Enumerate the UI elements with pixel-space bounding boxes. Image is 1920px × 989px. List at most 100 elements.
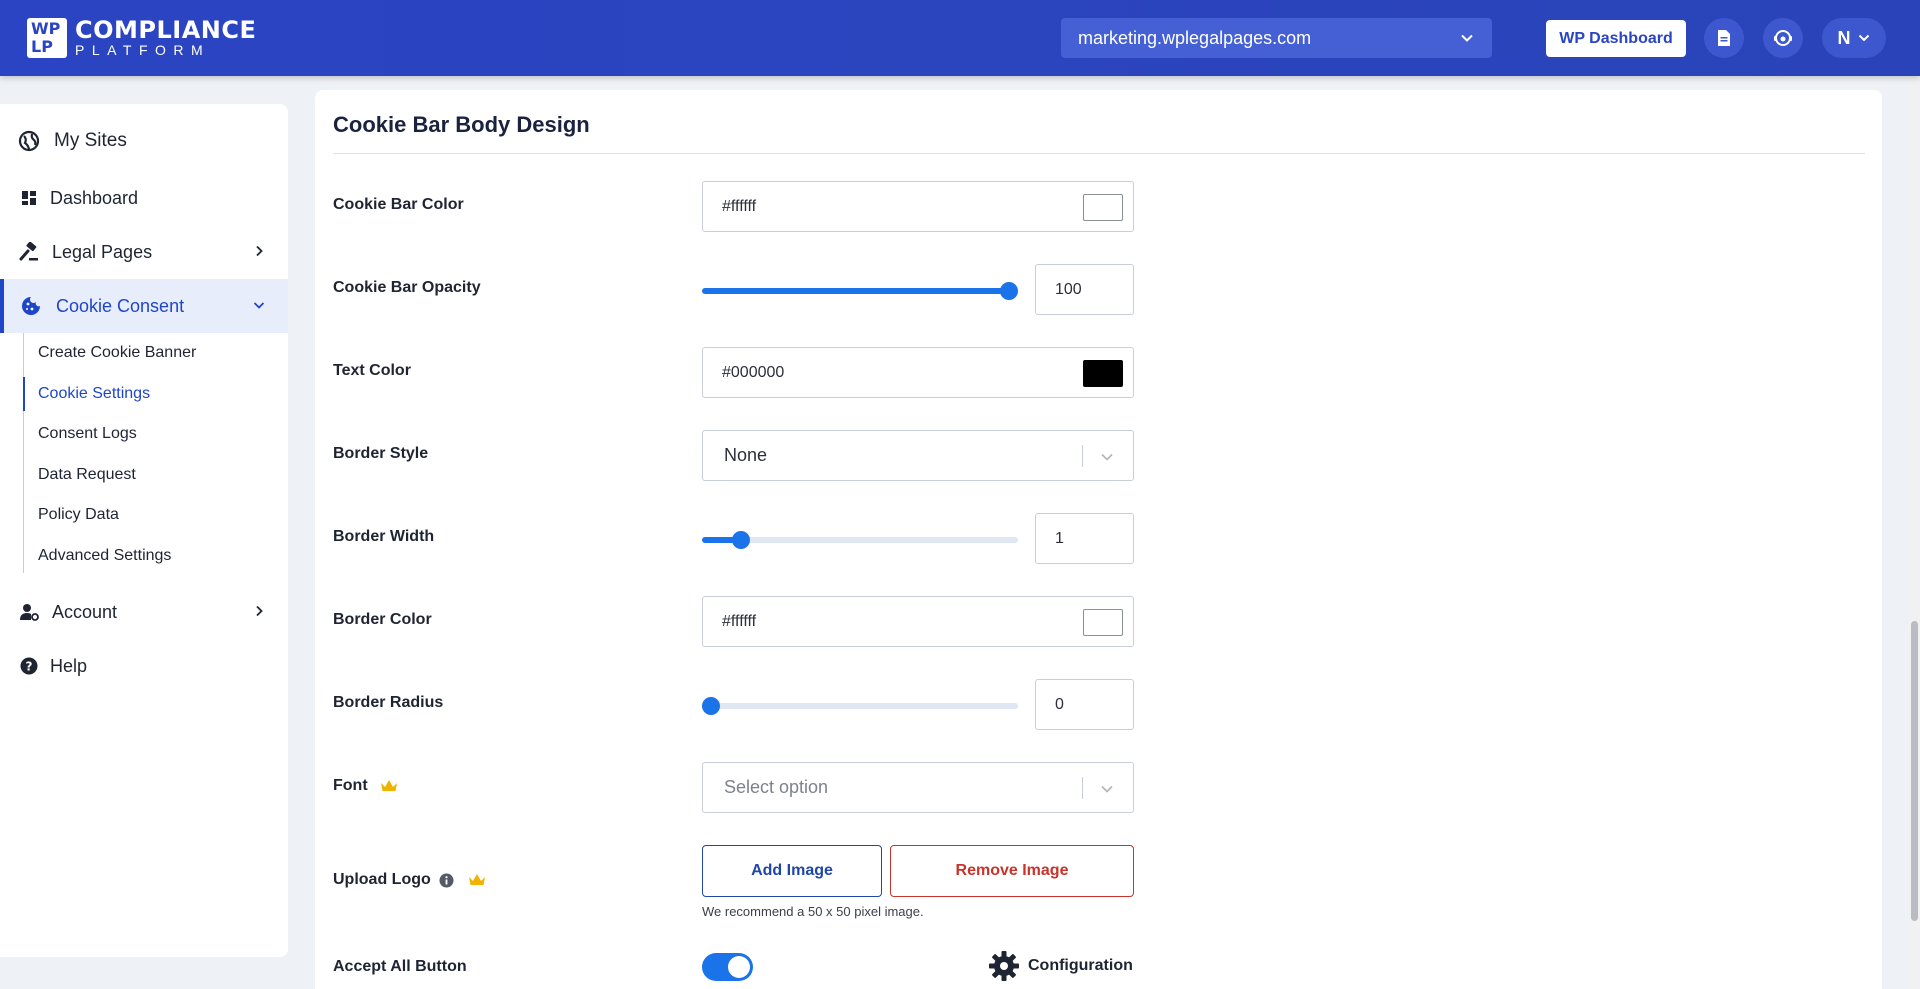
chevron-right-icon	[256, 245, 263, 257]
sidebar-item-label: Cookie Consent	[56, 295, 185, 316]
sidebar-item-my-sites[interactable]: My Sites	[0, 114, 288, 168]
grid-icon	[18, 187, 40, 209]
select-separator	[1082, 777, 1083, 799]
text-color-swatch[interactable]	[1083, 360, 1123, 387]
sidebar-item-cookie-consent[interactable]: Cookie Consent	[0, 279, 288, 333]
border-color-label: Border Color	[333, 611, 432, 628]
configuration-label: Configuration	[1028, 957, 1133, 974]
configuration-button[interactable]: Configuration	[988, 950, 1133, 982]
remove-image-button[interactable]: Remove Image	[890, 845, 1134, 897]
logo-subtitle: PLATFORM	[75, 42, 211, 58]
border-width-label: Border Width	[333, 528, 435, 545]
font-label: Font	[333, 777, 368, 794]
support-icon[interactable]	[1763, 18, 1803, 58]
submenu-item-consent-logs[interactable]: Consent Logs	[38, 425, 137, 443]
chevron-down-icon	[1858, 34, 1869, 42]
sidebar-item-label: Dashboard	[50, 187, 139, 208]
upload-logo-label: Upload Logo	[333, 871, 431, 888]
cookie-bar-color-input[interactable]: #ffffff	[702, 181, 1134, 232]
sidebar-item-label: My Sites	[54, 130, 127, 151]
crown-icon	[468, 874, 485, 885]
font-select[interactable]: Select option	[702, 762, 1134, 813]
sidebar-item-label: Legal Pages	[52, 241, 153, 262]
border-color-input[interactable]: #ffffff	[702, 596, 1134, 647]
add-image-button[interactable]: Add Image	[702, 845, 882, 897]
sidebar-item-label: Account	[52, 601, 118, 622]
font-label-row: Font	[333, 777, 398, 795]
sidebar: My Sites Dashboard Legal Pages Cookie Co…	[0, 104, 288, 957]
submenu-item-advanced-settings[interactable]: Advanced Settings	[38, 547, 171, 565]
slider-thumb[interactable]	[702, 697, 720, 715]
border-radius-value: 0	[1055, 695, 1064, 713]
site-selector[interactable]: marketing.wplegalpages.com	[1061, 18, 1492, 58]
accept-all-label: Accept All Button	[333, 958, 467, 975]
top-header: WP LP COMPLIANCE PLATFORM marketing.wple…	[0, 0, 1920, 76]
cookie-bar-color-value: #ffffff	[722, 197, 757, 215]
select-separator	[1082, 445, 1083, 467]
text-color-label: Text Color	[333, 362, 411, 379]
logo-title: COMPLIANCE	[75, 16, 257, 44]
submenu-item-policy-data[interactable]: Policy Data	[38, 506, 119, 524]
toggle-knob	[728, 956, 750, 978]
cookie-bar-color-label: Cookie Bar Color	[333, 196, 464, 213]
site-selector-value: marketing.wplegalpages.com	[1078, 27, 1312, 48]
text-color-value: #000000	[722, 363, 785, 381]
chevron-down-icon	[253, 302, 265, 309]
crown-icon	[380, 780, 397, 791]
gavel-icon	[18, 241, 40, 263]
submenu-item-data-request[interactable]: Data Request	[38, 466, 136, 484]
border-style-value: None	[724, 445, 768, 465]
chevron-right-icon	[256, 605, 263, 617]
logo[interactable]: WP LP COMPLIANCE PLATFORM	[27, 18, 256, 58]
border-width-slider[interactable]	[702, 531, 1018, 549]
accept-all-toggle[interactable]	[702, 953, 753, 981]
upload-logo-hint: We recommend a 50 x 50 pixel image.	[702, 904, 924, 919]
chevron-down-icon	[1101, 785, 1113, 793]
submenu-item-create-cookie-banner[interactable]: Create Cookie Banner	[38, 344, 196, 362]
divider	[333, 153, 1865, 154]
page-scrollbar[interactable]	[1909, 76, 1920, 989]
submenu-item-cookie-settings[interactable]: Cookie Settings	[38, 385, 150, 403]
info-icon[interactable]	[439, 873, 454, 888]
slider-thumb[interactable]	[1000, 282, 1018, 300]
cookie-icon	[20, 295, 42, 317]
chevron-down-icon	[1101, 453, 1113, 461]
active-submenu-marker	[23, 377, 25, 411]
border-radius-input[interactable]: 0	[1035, 679, 1134, 730]
user-menu-button[interactable]: N	[1822, 18, 1886, 58]
border-style-select[interactable]: None	[702, 430, 1134, 481]
slider-thumb[interactable]	[731, 531, 750, 549]
cookie-bar-color-swatch[interactable]	[1083, 194, 1123, 221]
sidebar-item-legal-pages[interactable]: Legal Pages	[0, 225, 288, 279]
cookie-consent-submenu: Create Cookie Banner Cookie Settings Con…	[23, 333, 288, 573]
font-placeholder: Select option	[724, 777, 829, 797]
sidebar-item-help[interactable]: ? Help	[0, 639, 288, 693]
chevron-down-icon	[1461, 34, 1473, 42]
svg-text:?: ?	[26, 660, 33, 674]
slider-fill	[702, 288, 1009, 294]
border-width-input[interactable]: 1	[1035, 513, 1134, 564]
upload-logo-label-row: Upload Logo	[333, 871, 486, 889]
sidebar-item-account[interactable]: Account	[0, 585, 288, 639]
scrollbar-thumb[interactable]	[1911, 621, 1918, 921]
cookie-bar-opacity-slider[interactable]	[702, 282, 1018, 300]
globe-icon	[18, 130, 40, 152]
cookie-bar-design-panel: Cookie Bar Body Design Cookie Bar Color …	[315, 90, 1882, 989]
wp-dashboard-button[interactable]: WP Dashboard	[1546, 20, 1686, 57]
border-width-value: 1	[1055, 529, 1064, 547]
cookie-bar-opacity-input[interactable]: 100	[1035, 264, 1134, 315]
border-style-label: Border Style	[333, 445, 429, 462]
avatar: N	[1837, 27, 1851, 48]
cookie-bar-opacity-value: 100	[1055, 280, 1082, 298]
border-radius-label: Border Radius	[333, 694, 444, 711]
question-icon: ?	[18, 655, 40, 677]
border-color-value: #ffffff	[722, 612, 757, 630]
border-color-swatch[interactable]	[1083, 609, 1123, 636]
border-radius-slider[interactable]	[702, 697, 1018, 715]
gear-icon	[989, 951, 1019, 981]
sidebar-item-dashboard[interactable]: Dashboard	[0, 171, 288, 225]
sidebar-item-label: Help	[50, 655, 88, 676]
user-gear-icon	[18, 601, 40, 623]
text-color-input[interactable]: #000000	[702, 347, 1134, 398]
document-icon[interactable]	[1704, 18, 1744, 58]
